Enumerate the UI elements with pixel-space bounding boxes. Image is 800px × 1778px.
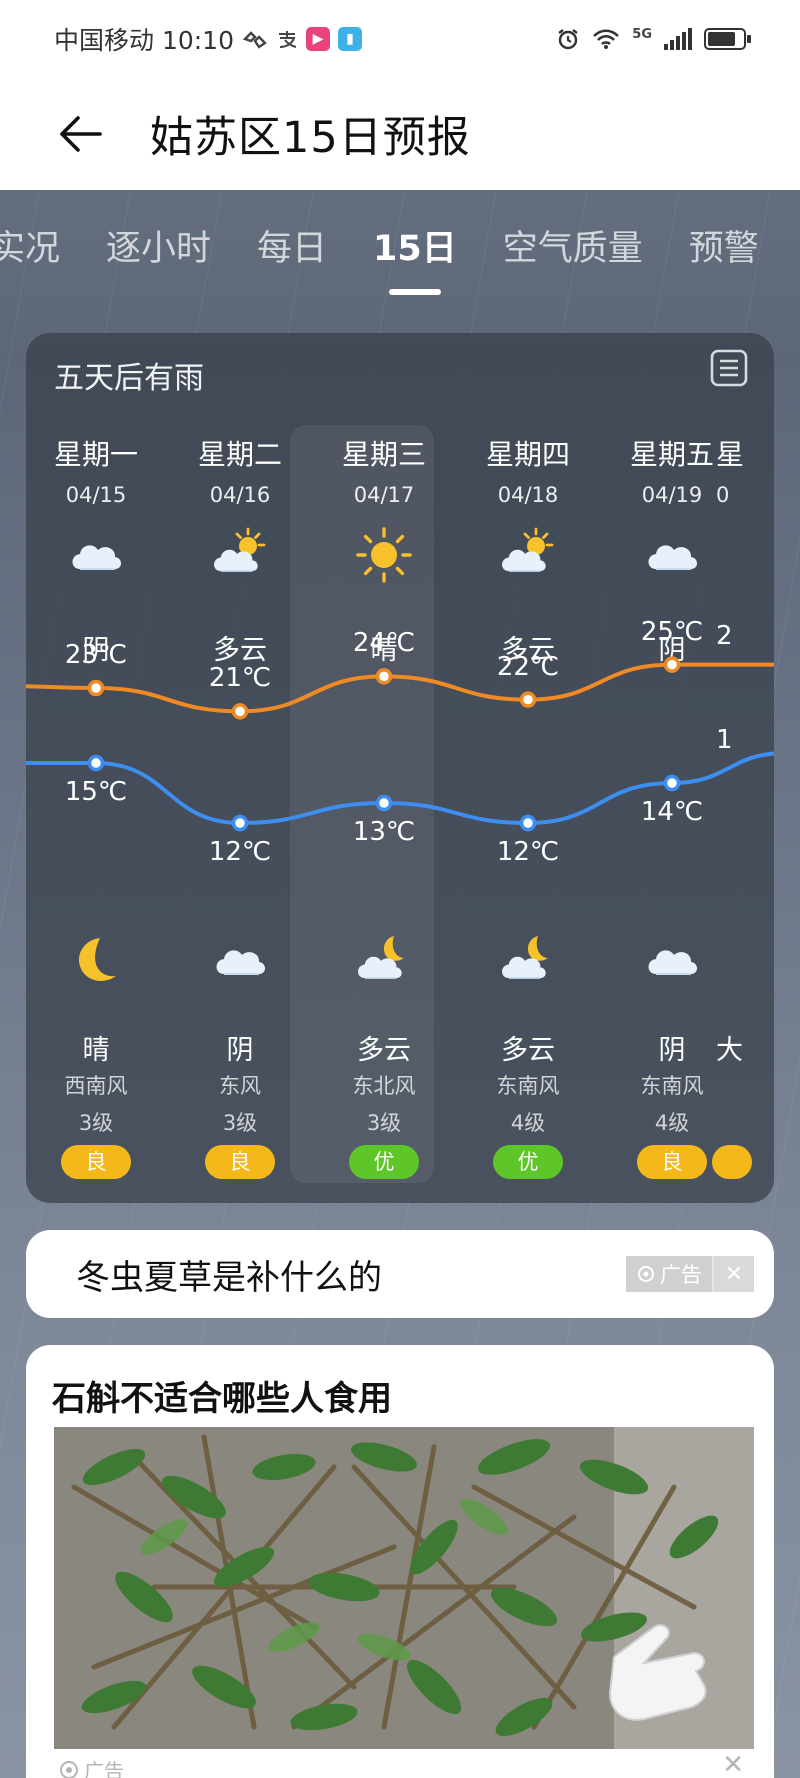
high-temp-label: 21℃	[208, 663, 272, 694]
top-bar: 中国移动 10:10 ▶ ▮ 5G 姑苏区15日预报	[0, 0, 800, 190]
wind-level-label: 3级	[222, 1111, 258, 1135]
high-temp-label: 24℃	[352, 628, 416, 659]
wind-direction-label: 东南风	[496, 1074, 560, 1098]
article-ad-card[interactable]: 石斛不适合哪些人食用 广告 ✕	[26, 1345, 774, 1778]
partly-cloudy-icon	[210, 525, 270, 585]
link-icon	[242, 29, 268, 49]
high-temp-label: 23℃	[64, 640, 128, 670]
day-weather-label: 多云	[213, 635, 267, 666]
cloudy-icon	[642, 930, 702, 990]
day-column[interactable]: 星期四 04/18 多云 22℃ 12℃ 多云 东南风 4级 优	[456, 333, 600, 1203]
video-app-icon: ▶	[306, 27, 330, 51]
tab-warning[interactable]: 预警	[689, 220, 759, 271]
wind-direction-label: 西南风	[64, 1074, 128, 1098]
weekday-label: 星期三	[341, 438, 426, 471]
aqi-badge: 良	[637, 1145, 707, 1179]
back-button[interactable]	[50, 104, 110, 164]
date-label: 04/15	[65, 483, 127, 507]
moon-icon	[66, 930, 126, 990]
article-ad-label: 广告	[84, 1759, 124, 1778]
wind-direction-label: 东北风	[352, 1074, 416, 1098]
date-label: 04/17	[353, 483, 415, 507]
day-column[interactable]: 星期一 04/15 阴 23℃ 15℃ 晴 西南风 3级 良	[26, 333, 168, 1203]
wifi-icon	[592, 28, 620, 50]
ad-label: 广告	[660, 1263, 702, 1287]
forecast-card: 五天后有雨 星期一 04/15 阴 23℃ 15℃ 晴 西南风 3级 良 星期二…	[26, 333, 774, 1203]
article-title: 石斛不适合哪些人食用	[52, 1379, 392, 1419]
wind-direction-label: 东风	[219, 1074, 261, 1098]
alipay-icon	[276, 28, 298, 50]
partly-cloudy-icon	[498, 525, 558, 585]
wind-level-label: 4级	[510, 1111, 546, 1135]
book-app-icon: ▮	[338, 27, 362, 51]
tab-15-day[interactable]: 15日	[373, 220, 457, 271]
tab-daily[interactable]: 每日	[257, 220, 327, 271]
wind-level-label: 3级	[366, 1111, 402, 1135]
battery-icon	[704, 28, 751, 50]
signal-icon	[664, 28, 692, 50]
aqi-badge: 优	[349, 1145, 419, 1179]
date-label: 04/16	[209, 483, 271, 507]
alarm-icon	[556, 27, 580, 51]
tab-bar: 实况 逐小时 每日 15日 空气质量 预警 视	[0, 200, 800, 295]
night-weather-label: 多云	[501, 1035, 555, 1066]
day-column-partial[interactable]: 星 0 2 1 大	[712, 333, 774, 1203]
high-temp-label: 22℃	[496, 651, 560, 682]
sun-icon	[354, 525, 414, 585]
ad-icon	[60, 1760, 78, 1778]
aqi-badge: 优	[493, 1145, 563, 1179]
aqi-badge: 良	[205, 1145, 275, 1179]
tab-air-quality[interactable]: 空气质量	[503, 220, 643, 271]
wind-level-label: 3级	[78, 1111, 114, 1135]
ad-query-text: 冬虫夏草是补什么的	[76, 1257, 382, 1298]
cloudy-icon	[210, 930, 270, 990]
article-image[interactable]	[54, 1427, 754, 1749]
article-ad-footer: 广告	[58, 1755, 124, 1778]
page-title: 姑苏区15日预报	[150, 113, 471, 163]
night-weather-label: 阴	[226, 1035, 254, 1066]
low-temp-label: 12℃	[208, 837, 272, 867]
cloudy-icon	[66, 525, 126, 585]
day-column[interactable]: 星期三 04/17 晴 24℃ 13℃ 多云 东北风 3级 优	[312, 333, 456, 1203]
ad-close-button[interactable]: ✕	[714, 1256, 754, 1292]
cloudy-night-icon	[498, 930, 558, 990]
low-temp-label: 12℃	[496, 837, 560, 867]
ad-tag: 广告 ✕	[626, 1256, 754, 1292]
status-bar: 中国移动 10:10 ▶ ▮ 5G	[0, 0, 800, 78]
dendrobium-image	[54, 1427, 754, 1749]
night-weather-label: 多云	[357, 1035, 411, 1066]
ad-icon	[638, 1266, 654, 1282]
cloudy-night-icon	[354, 930, 414, 990]
date-label: 04/18	[497, 483, 559, 507]
low-temp-label: 15℃	[64, 777, 128, 807]
weekday-label: 星期二	[197, 438, 282, 471]
back-arrow-icon	[60, 116, 102, 152]
tab-hourly[interactable]: 逐小时	[106, 220, 211, 271]
article-close-button[interactable]: ✕	[722, 1750, 744, 1778]
header: 姑苏区15日预报	[0, 78, 800, 190]
tab-realtime[interactable]: 实况	[0, 220, 60, 271]
low-temp-label: 13℃	[352, 817, 416, 847]
network-type: 5G	[632, 27, 652, 42]
cloudy-icon	[642, 525, 702, 585]
day-column[interactable]: 星期二 04/16 多云 21℃ 12℃ 阴 东风 3级 良	[168, 333, 312, 1203]
weekday-label: 星期一	[53, 438, 138, 471]
night-weather-label: 晴	[82, 1035, 110, 1066]
ad-search-bar[interactable]: 冬虫夏草是补什么的 广告 ✕	[26, 1230, 774, 1318]
carrier-time: 中国移动 10:10	[54, 26, 234, 55]
aqi-badge: 良	[61, 1145, 131, 1179]
weekday-label: 星期四	[485, 438, 570, 471]
